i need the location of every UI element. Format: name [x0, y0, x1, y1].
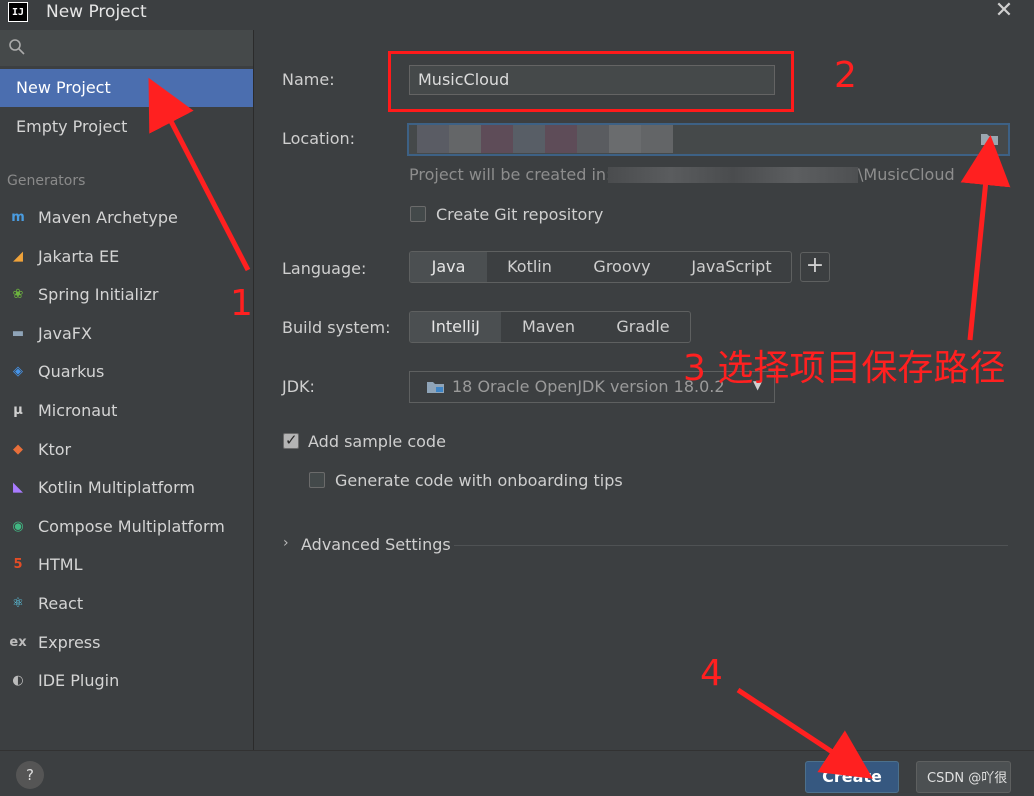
language-segmented-control: Java Kotlin Groovy JavaScript — [409, 251, 792, 283]
sidebar-search-input[interactable] — [0, 30, 253, 66]
jdk-folder-icon — [426, 379, 446, 399]
sidebar-item-react[interactable]: ⚛ React — [0, 585, 253, 623]
create-button[interactable]: Create — [805, 761, 899, 793]
sidebar-item-empty-project[interactable]: Empty Project — [0, 108, 253, 146]
location-hint-suffix: \MusicCloud — [858, 165, 955, 184]
spring-icon: ❀ — [12, 287, 24, 303]
sidebar-item-label: React — [38, 594, 84, 613]
title-bar — [0, 0, 1034, 27]
sidebar-item-compose-multiplatform[interactable]: ◉ Compose Multiplatform — [0, 508, 253, 546]
sidebar-item-micronaut[interactable]: μ Micronaut — [0, 392, 253, 430]
folder-icon[interactable] — [980, 131, 1000, 151]
add-sample-code-checkbox[interactable]: ✓ — [283, 431, 299, 449]
sidebar-item-label: Ktor — [38, 439, 72, 459]
build-system-label: Build system: — [282, 318, 391, 337]
build-option-intellij[interactable]: IntelliJ — [410, 312, 501, 342]
quarkus-icon: ◈ — [13, 364, 23, 380]
annotation-step-1: 1 — [230, 283, 253, 324]
annotation-step-3: 3 选择项目保存路径 — [683, 348, 1006, 389]
sidebar-item-label: Micronaut — [38, 401, 118, 420]
advanced-settings-toggle[interactable]: Advanced Settings — [301, 535, 451, 554]
build-option-maven[interactable]: Maven — [501, 312, 596, 342]
sidebar-item-label: Kotlin Multiplatform — [38, 478, 195, 498]
sidebar-item-new-project[interactable]: New Project — [0, 69, 253, 107]
react-icon: ⚛ — [12, 596, 24, 611]
help-button[interactable]: ? — [16, 761, 44, 789]
plugin-icon: ◐ — [12, 673, 24, 689]
sidebar-item-label: HTML — [38, 555, 83, 575]
name-label: Name: — [282, 70, 335, 89]
compose-icon: ◉ — [12, 518, 24, 534]
sidebar-item-label: JavaFX — [38, 323, 92, 343]
language-label: Language: — [282, 259, 367, 278]
jdk-label: JDK: — [282, 377, 315, 396]
micronaut-icon: μ — [13, 403, 23, 418]
sidebar-item-label: Quarkus — [38, 362, 105, 382]
sidebar-item-label: Maven Archetype — [38, 208, 178, 227]
sidebar-item-javafx[interactable]: ▬ JavaFX — [0, 315, 253, 353]
sidebar-item-spring-initializr[interactable]: ❀ Spring Initializr — [0, 276, 253, 314]
sidebar-item-maven-archetype[interactable]: m Maven Archetype — [0, 199, 253, 237]
annotation-name-highlight-box — [388, 51, 794, 112]
jakarta-icon: ◢ — [13, 248, 23, 264]
express-icon: ex — [9, 634, 27, 650]
sidebar-item-kotlin-multiplatform[interactable]: ◣ Kotlin Multiplatform — [0, 469, 253, 507]
window-title: New Project — [46, 2, 147, 22]
annotation-step-2: 2 — [834, 55, 857, 96]
create-git-checkbox[interactable] — [410, 206, 426, 222]
advanced-settings-divider — [454, 545, 1008, 546]
sidebar-item-jakarta-ee[interactable]: ◢ Jakarta EE — [0, 238, 253, 276]
location-input[interactable] — [407, 123, 1010, 156]
onboarding-tips-label: Generate code with onboarding tips — [335, 471, 623, 490]
add-language-button[interactable]: + — [800, 252, 830, 282]
build-system-segmented-control: IntelliJ Maven Gradle — [409, 311, 691, 343]
chevron-right-icon[interactable]: › — [283, 535, 289, 551]
location-hint-prefix: Project will be created in: — [409, 165, 612, 184]
annotation-step-4: 4 — [700, 653, 723, 694]
sidebar-item-ktor[interactable]: ◆ Ktor — [0, 431, 253, 469]
add-sample-code-label: Add sample code — [308, 432, 446, 451]
kotlin-icon: ◣ — [13, 480, 23, 496]
sidebar-item-label: Compose Multiplatform — [38, 516, 225, 536]
create-git-label: Create Git repository — [436, 205, 604, 224]
language-option-kotlin[interactable]: Kotlin — [487, 252, 572, 282]
sidebar-item-label: Spring Initializr — [38, 285, 159, 305]
location-hint-path-redacted — [608, 167, 858, 183]
onboarding-tips-checkbox[interactable] — [309, 472, 325, 488]
sidebar-item-label: IDE Plugin — [38, 671, 120, 691]
csdn-watermark: CSDN @吖很 — [927, 771, 1008, 786]
language-option-java[interactable]: Java — [410, 252, 487, 282]
search-icon — [8, 38, 26, 56]
build-option-gradle[interactable]: Gradle — [596, 312, 690, 342]
language-option-groovy[interactable]: Groovy — [572, 252, 672, 282]
sidebar-item-label: Express — [38, 632, 101, 652]
javafx-folder-icon: ▬ — [11, 325, 25, 341]
ktor-icon: ◆ — [13, 441, 23, 457]
annotation-arrow-3 — [960, 135, 1011, 341]
intellij-logo-icon: IJ — [8, 2, 28, 22]
sidebar-item-label: Jakarta EE — [38, 246, 120, 266]
close-icon[interactable]: ✕ — [992, 0, 1016, 24]
sidebar-item-express[interactable]: ex Express — [0, 624, 253, 662]
sidebar-item-quarkus[interactable]: ◈ Quarkus — [0, 353, 253, 391]
sidebar-item-html[interactable]: 5 HTML — [0, 546, 253, 584]
language-option-javascript[interactable]: JavaScript — [672, 252, 791, 282]
html5-icon: 5 — [13, 557, 23, 573]
location-label: Location: — [282, 129, 356, 148]
generators-heading: Generators — [7, 173, 86, 189]
sidebar-item-ide-plugin[interactable]: ◐ IDE Plugin — [0, 662, 253, 700]
maven-icon: m — [11, 210, 25, 225]
